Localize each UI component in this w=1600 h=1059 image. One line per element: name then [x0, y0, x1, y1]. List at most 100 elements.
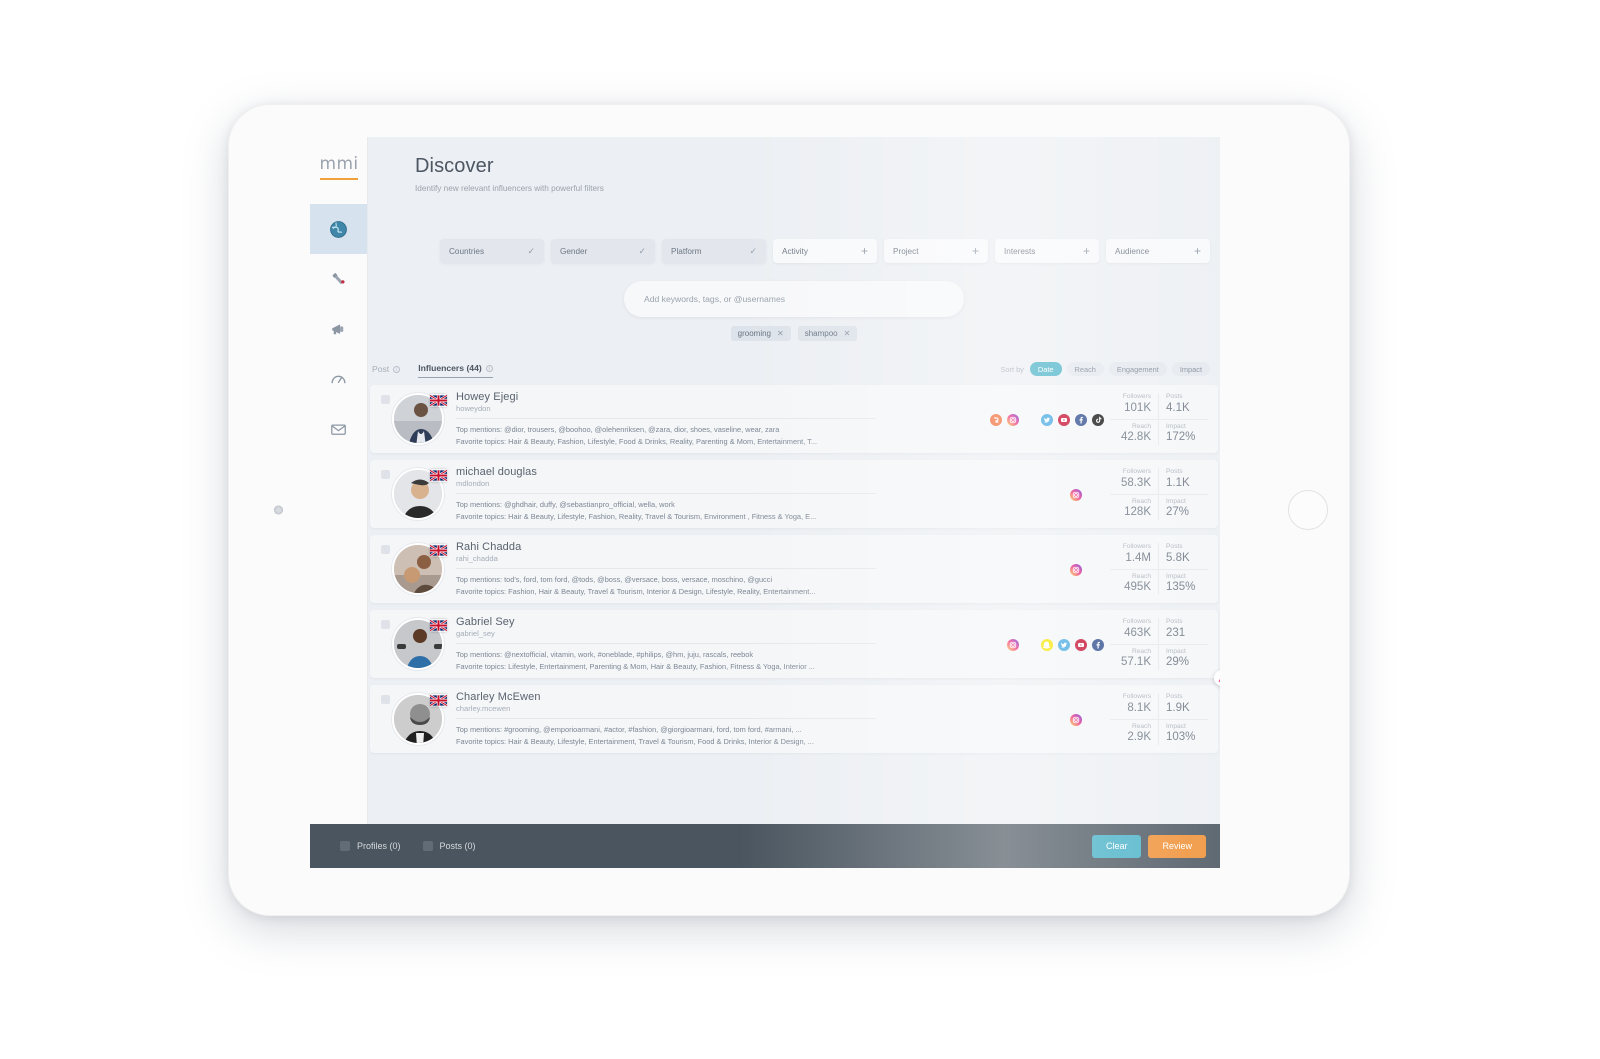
twitter-icon[interactable]	[1041, 413, 1053, 426]
influencer-handle: gabriel_sey	[456, 629, 495, 639]
sort-label: Sort by	[1000, 364, 1024, 374]
primary-platforms	[1007, 638, 1019, 651]
sidebar-item-campaigns[interactable]	[310, 304, 367, 354]
sort-option-engagement[interactable]: Engagement	[1108, 362, 1167, 376]
metrics: Followers 101K Posts 4.1K Reach 42.8K Im…	[1110, 393, 1218, 445]
instagram-icon[interactable]	[1070, 563, 1082, 576]
facebook-icon[interactable]	[1075, 413, 1087, 426]
sidebar: mmi	[310, 137, 368, 868]
filter-activity[interactable]: Activity +	[773, 239, 877, 263]
top-mentions: Top mentions: @ghdhair, duffy, @sebastia…	[456, 500, 675, 510]
posts-value: 231	[1166, 627, 1186, 640]
blogger-icon[interactable]	[990, 413, 1002, 426]
row-checkbox[interactable]	[381, 470, 390, 479]
plus-icon: +	[1082, 244, 1090, 258]
posts-selector[interactable]: Posts (0)	[422, 841, 476, 851]
impact-label: Impact	[1166, 647, 1186, 655]
sidebar-item-discover[interactable]	[310, 204, 367, 254]
gauge-icon	[329, 370, 348, 389]
filter-project[interactable]: Project +	[884, 239, 988, 263]
sidebar-item-messages[interactable]	[310, 404, 367, 454]
floating-app-badge[interactable]	[1214, 670, 1220, 686]
instagram-icon[interactable]	[1070, 488, 1082, 501]
row-checkbox[interactable]	[381, 545, 390, 554]
impact-label: Impact	[1166, 722, 1186, 730]
table-row[interactable]: Howey Ejegi howeydon Top mentions: @dior…	[370, 385, 1218, 453]
sidebar-item-search[interactable]	[310, 254, 367, 304]
sort-option-date[interactable]: Date	[1029, 362, 1062, 376]
flag-uk-icon	[430, 469, 447, 482]
flag-uk-icon	[430, 394, 447, 407]
filter-label: Interests	[1004, 246, 1036, 256]
flashlight-icon	[329, 270, 348, 289]
tab-post[interactable]: Post i	[372, 364, 401, 378]
filter-platform[interactable]: Platform ✓	[662, 239, 766, 263]
posts-label: Posts (0)	[439, 841, 476, 851]
sort-option-reach[interactable]: Reach	[1066, 362, 1104, 376]
row-checkbox[interactable]	[381, 620, 390, 629]
sort-controls: Sort by Date Reach Engagement Impact	[1000, 362, 1210, 378]
twitter-icon[interactable]	[1058, 638, 1070, 651]
secondary-platforms	[1041, 413, 1104, 426]
info-icon[interactable]: i	[393, 365, 401, 373]
youtube-icon[interactable]	[1075, 638, 1087, 651]
metrics: Followers 58.3K Posts 1.1K Reach 128K Im…	[1110, 468, 1218, 520]
primary-platforms	[1070, 488, 1082, 501]
profiles-checkbox[interactable]	[340, 841, 350, 851]
review-button[interactable]: Review	[1148, 834, 1206, 858]
reach-label: Reach	[1131, 422, 1151, 430]
sidebar-item-analytics[interactable]	[310, 354, 367, 404]
app-logo[interactable]: mmi	[319, 154, 358, 180]
top-mentions: Top mentions: @dior, trousers, @boohoo, …	[456, 425, 780, 435]
snapchat-icon[interactable]	[1041, 638, 1053, 651]
close-icon[interactable]: ✕	[844, 329, 851, 338]
tab-influencers[interactable]: Influencers (44) i	[418, 363, 493, 378]
tabs-and-sort: Post i Influencers (44) i Sort by Date R…	[368, 362, 1220, 378]
app-screen: mmi Discover Identify new relevant influ…	[310, 137, 1220, 868]
filter-gender[interactable]: Gender ✓	[551, 239, 655, 263]
sidebar-nav	[310, 204, 367, 454]
filter-audience[interactable]: Audience +	[1106, 239, 1210, 263]
instagram-icon[interactable]	[1007, 413, 1019, 426]
favorite-topics: Favorite topics: Hair & Beauty, Lifestyl…	[456, 511, 817, 521]
plus-icon: +	[971, 244, 979, 258]
tabs: Post i Influencers (44) i	[370, 363, 493, 378]
impact-value: 172%	[1166, 431, 1196, 444]
followers-label: Followers	[1122, 393, 1151, 401]
tiktok-icon[interactable]	[1092, 413, 1104, 426]
influencer-name: Howey Ejegi	[456, 391, 519, 404]
megaphone-icon	[329, 320, 348, 339]
search-input[interactable]: Add keywords, tags, or @usernames	[624, 281, 964, 317]
favorite-topics: Favorite topics: Lifestyle, Entertainmen…	[456, 661, 815, 671]
tag-chip[interactable]: shampoo ✕	[797, 326, 858, 341]
reach-label: Reach	[1131, 497, 1151, 505]
flag-uk-icon	[430, 694, 447, 707]
favorite-topics: Favorite topics: Hair & Beauty, Lifestyl…	[456, 736, 814, 746]
tag-chip[interactable]: grooming ✕	[730, 326, 791, 341]
tag-label: grooming	[737, 329, 772, 338]
profiles-selector[interactable]: Profiles (0)	[340, 841, 401, 851]
filter-countries[interactable]: Countries ✓	[440, 239, 544, 263]
influencer-list: Howey Ejegi howeydon Top mentions: @dior…	[368, 385, 1220, 753]
row-checkbox[interactable]	[381, 695, 390, 704]
filter-interests[interactable]: Interests +	[995, 239, 1099, 263]
row-checkbox[interactable]	[381, 395, 390, 404]
table-row[interactable]: Gabriel Sey gabriel_sey Top mentions: @n…	[370, 610, 1220, 686]
sort-option-impact[interactable]: Impact	[1171, 362, 1210, 376]
info-icon[interactable]: i	[485, 364, 493, 372]
table-row[interactable]: Charley McEwen charley.mcewen Top mentio…	[370, 685, 1218, 753]
home-button[interactable]	[1288, 490, 1328, 530]
followers-label: Followers	[1122, 693, 1151, 701]
influencer-info: Howey Ejegi howeydon Top mentions: @dior…	[456, 391, 990, 446]
facebook-icon[interactable]	[1092, 638, 1104, 651]
followers-value: 8.1K	[1127, 702, 1151, 715]
page-subtitle: Identify new relevant influencers with p…	[415, 184, 604, 193]
close-icon[interactable]: ✕	[777, 329, 784, 338]
posts-checkbox[interactable]	[422, 841, 433, 851]
clear-button[interactable]: Clear	[1091, 834, 1142, 858]
instagram-icon[interactable]	[1007, 638, 1019, 651]
table-row[interactable]: michael douglas mdlondon Top mentions: @…	[370, 460, 1218, 528]
table-row[interactable]: Rahi Chadda rahi_chadda Top mentions: to…	[370, 535, 1218, 603]
instagram-icon[interactable]	[1070, 713, 1082, 726]
youtube-icon[interactable]	[1058, 413, 1070, 426]
